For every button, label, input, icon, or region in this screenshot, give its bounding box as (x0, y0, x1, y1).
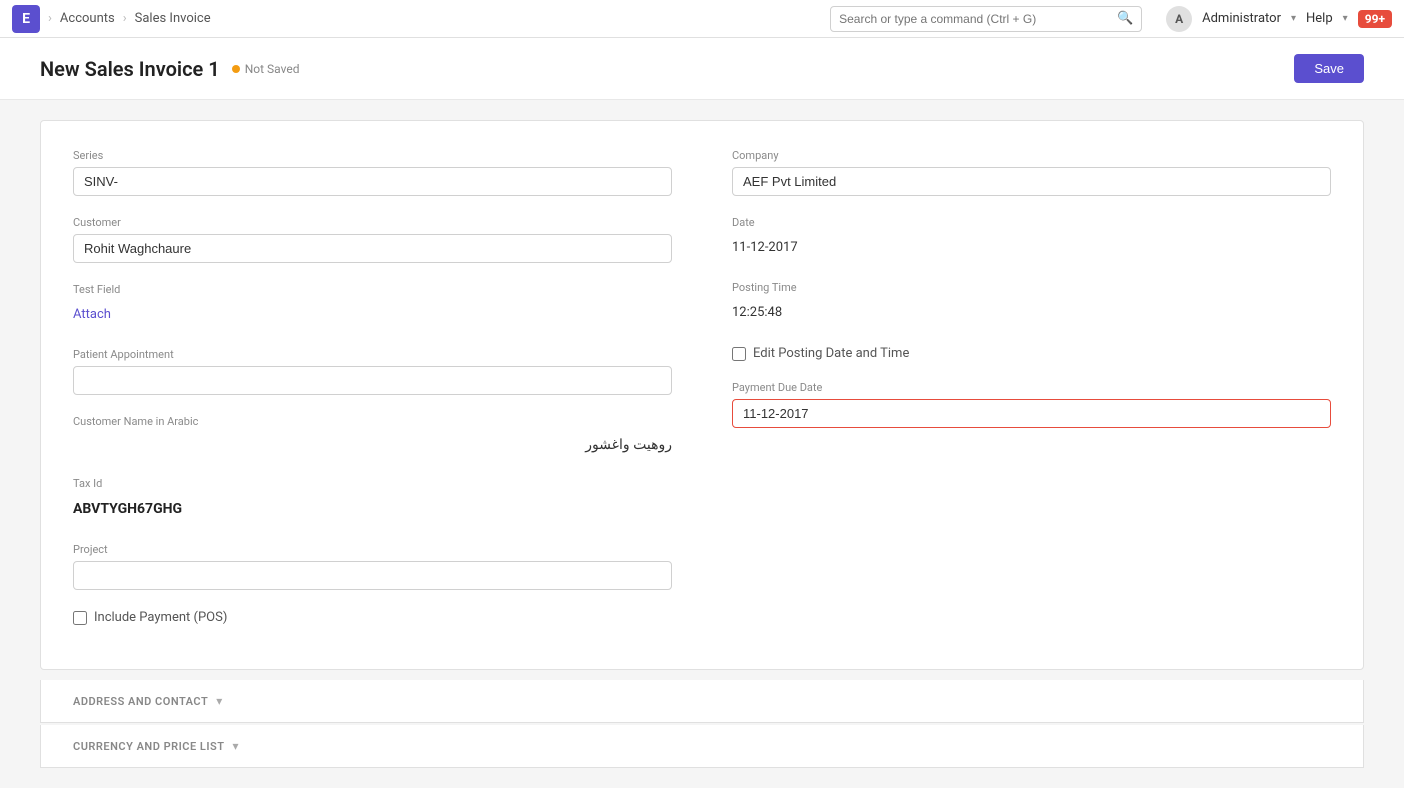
main-content: Series Customer Test Field Attach Patien… (0, 100, 1404, 788)
admin-label[interactable]: Administrator (1202, 11, 1281, 26)
customer-group: Customer (73, 216, 672, 263)
form-card: Series Customer Test Field Attach Patien… (40, 120, 1364, 670)
search-icon: 🔍 (1117, 11, 1133, 26)
address-chevron-icon: ▾ (216, 694, 222, 708)
project-input[interactable] (73, 561, 672, 590)
currency-chevron-icon: ▾ (233, 739, 239, 753)
include-payment-group: Include Payment (POS) (73, 610, 672, 625)
series-group: Series (73, 149, 672, 196)
posting-time-group: Posting Time 12:25:48 (732, 281, 1331, 326)
patient-appt-group: Patient Appointment (73, 348, 672, 395)
nav-right: A Administrator ▾ Help ▾ 99+ (1166, 6, 1392, 32)
posting-time-label: Posting Time (732, 281, 1331, 294)
save-button[interactable]: Save (1294, 54, 1364, 83)
include-payment-checkbox[interactable] (73, 611, 87, 625)
status-text: Not Saved (245, 62, 300, 76)
help-label[interactable]: Help (1306, 11, 1333, 26)
breadcrumb-accounts[interactable]: Accounts (60, 11, 115, 26)
customer-input[interactable] (73, 234, 672, 263)
status-dot (232, 65, 240, 73)
attach-link[interactable]: Attach (73, 307, 111, 322)
search-input[interactable] (839, 12, 1111, 26)
date-label: Date (732, 216, 1331, 229)
customer-arabic-label: Customer Name in Arabic (73, 415, 672, 428)
company-input[interactable] (732, 167, 1331, 196)
patient-appt-label: Patient Appointment (73, 348, 672, 361)
company-group: Company (732, 149, 1331, 196)
patient-appt-input[interactable] (73, 366, 672, 395)
test-field-value: Attach (73, 301, 672, 328)
page-header: New Sales Invoice 1 Not Saved Save (0, 38, 1404, 100)
payment-due-label: Payment Due Date (732, 381, 1331, 394)
series-label: Series (73, 149, 672, 162)
currency-section-label: CURRENCY AND PRICE LIST (73, 740, 225, 753)
edit-posting-checkbox[interactable] (732, 347, 746, 361)
edit-posting-label[interactable]: Edit Posting Date and Time (753, 346, 909, 361)
date-value: 11-12-2017 (732, 234, 1331, 261)
app-icon[interactable]: E (12, 5, 40, 33)
tax-id-value: ABVTYGH67GHG (73, 495, 672, 523)
help-chevron-icon: ▾ (1343, 13, 1348, 24)
breadcrumb-sales-invoice[interactable]: Sales Invoice (135, 11, 211, 26)
notification-badge[interactable]: 99+ (1358, 10, 1392, 28)
test-field-label: Test Field (73, 283, 672, 296)
left-column: Series Customer Test Field Attach Patien… (73, 149, 672, 641)
include-payment-label[interactable]: Include Payment (POS) (94, 610, 227, 625)
company-label: Company (732, 149, 1331, 162)
date-group: Date 11-12-2017 (732, 216, 1331, 261)
avatar: A (1166, 6, 1192, 32)
currency-section-header[interactable]: CURRENCY AND PRICE LIST ▾ (40, 725, 1364, 768)
topnav: E › Accounts › Sales Invoice 🔍 A Adminis… (0, 0, 1404, 38)
payment-due-group: Payment Due Date (732, 381, 1331, 428)
address-section-header[interactable]: ADDRESS AND CONTACT ▾ (40, 680, 1364, 723)
tax-id-group: Tax Id ABVTYGH67GHG (73, 477, 672, 523)
address-section-label: ADDRESS AND CONTACT (73, 695, 208, 708)
right-column: Company Date 11-12-2017 Posting Time 12:… (732, 149, 1331, 641)
project-group: Project (73, 543, 672, 590)
breadcrumb-sep-1: › (48, 11, 52, 26)
admin-chevron-icon: ▾ (1291, 13, 1296, 24)
breadcrumb-sep-2: › (123, 11, 127, 26)
status-badge: Not Saved (232, 62, 300, 76)
project-label: Project (73, 543, 672, 556)
customer-label: Customer (73, 216, 672, 229)
posting-time-value: 12:25:48 (732, 299, 1331, 326)
form-grid: Series Customer Test Field Attach Patien… (73, 149, 1331, 641)
series-input[interactable] (73, 167, 672, 196)
customer-arabic-value: روهيت واغشور (73, 433, 672, 457)
search-bar[interactable]: 🔍 (830, 6, 1142, 32)
payment-due-input[interactable] (732, 399, 1331, 428)
page-title: New Sales Invoice 1 (40, 57, 220, 81)
test-field-group: Test Field Attach (73, 283, 672, 328)
edit-posting-group: Edit Posting Date and Time (732, 346, 1331, 361)
customer-arabic-group: Customer Name in Arabic روهيت واغشور (73, 415, 672, 457)
tax-id-label: Tax Id (73, 477, 672, 490)
